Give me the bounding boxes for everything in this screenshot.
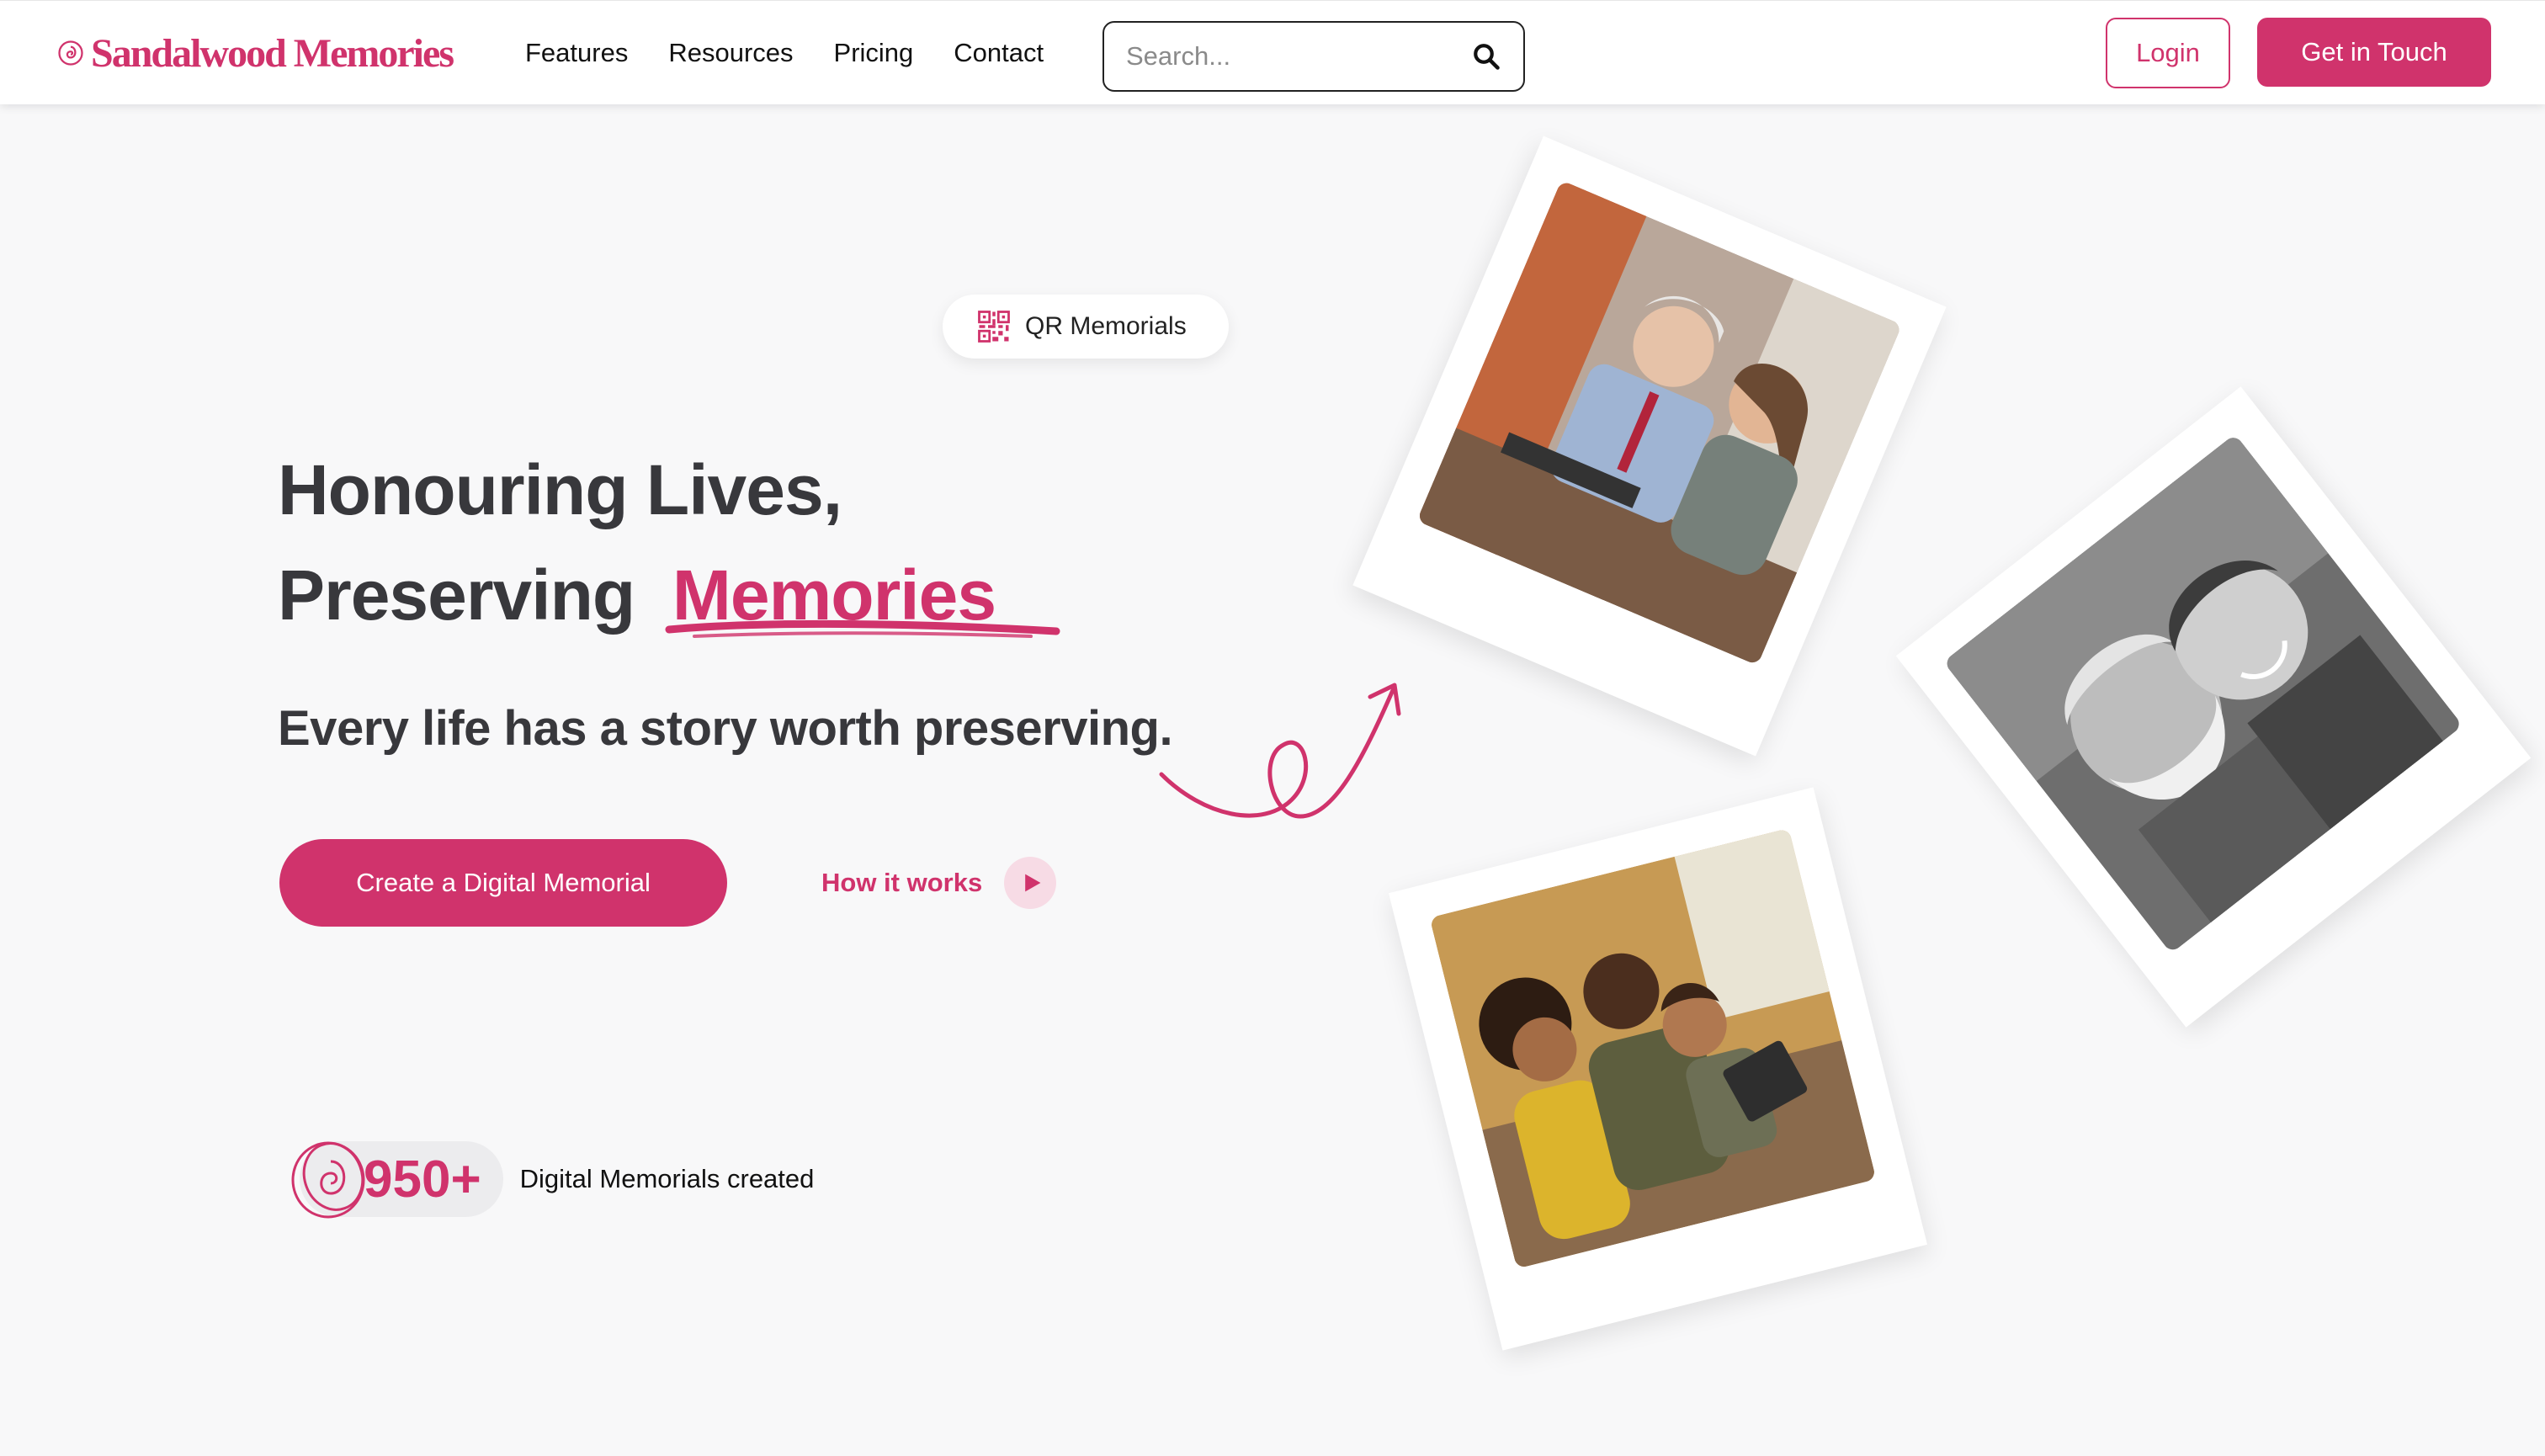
polaroid-photo-grandfather-grandson bbox=[1895, 386, 2532, 1028]
main-nav: Features Resources Pricing Contact bbox=[525, 35, 1084, 72]
play-icon bbox=[1025, 874, 1041, 892]
qr-memorials-badge: QR Memorials bbox=[943, 295, 1229, 359]
landing-page: Sandalwood Memories Features Resources P… bbox=[0, 0, 2545, 1456]
rose-swirl-icon bbox=[291, 1141, 365, 1219]
curly-arrow-icon bbox=[1159, 683, 1401, 819]
polaroid-photo-family-tablet bbox=[1388, 787, 1928, 1351]
nav-contact[interactable]: Contact bbox=[954, 35, 1044, 72]
play-button[interactable] bbox=[1004, 857, 1057, 909]
create-memorial-button[interactable]: Create a Digital Memorial bbox=[279, 839, 727, 927]
how-it-works-label: How it works bbox=[821, 868, 983, 897]
stat-count: 950+ bbox=[364, 1150, 481, 1209]
rose-swirl-icon bbox=[58, 40, 83, 66]
photo-grandfather-grandson-bw bbox=[1942, 433, 2463, 954]
get-in-touch-button[interactable]: Get in Touch bbox=[2257, 18, 2491, 87]
hero-subheadline: Every life has a story worth preserving. bbox=[278, 701, 1173, 756]
photo-grandfather-granddaughter-laptop bbox=[1416, 179, 1903, 666]
search-box bbox=[1102, 21, 1525, 92]
stat-label: Digital Memorials created bbox=[519, 1164, 815, 1193]
nav-pricing[interactable]: Pricing bbox=[834, 35, 914, 72]
nav-features[interactable]: Features bbox=[525, 35, 628, 72]
badge-label: QR Memorials bbox=[1025, 312, 1187, 340]
headline-prefix: Preserving bbox=[278, 555, 635, 635]
headline-line-1: Honouring Lives, bbox=[278, 450, 842, 529]
brand-name: Sandalwood Memories bbox=[91, 30, 454, 76]
brush-underline bbox=[665, 619, 1060, 638]
how-it-works-link[interactable]: How it works bbox=[821, 855, 1057, 911]
memorials-stat: 950+ Digital Memorials created bbox=[291, 1133, 815, 1225]
brand-logo[interactable]: Sandalwood Memories bbox=[56, 29, 454, 77]
polaroid-photo-grandfather-laptop bbox=[1352, 136, 1947, 757]
search-input[interactable] bbox=[1126, 41, 1471, 72]
qr-code-icon bbox=[978, 311, 1010, 343]
photo-family-with-tablet bbox=[1429, 827, 1877, 1269]
stat-count-bubble: 950+ bbox=[291, 1141, 503, 1219]
search-icon[interactable] bbox=[1471, 41, 1501, 72]
login-button[interactable]: Login bbox=[2106, 18, 2230, 88]
nav-resources[interactable]: Resources bbox=[668, 35, 793, 72]
navbar: Sandalwood Memories Features Resources P… bbox=[0, 0, 2545, 104]
